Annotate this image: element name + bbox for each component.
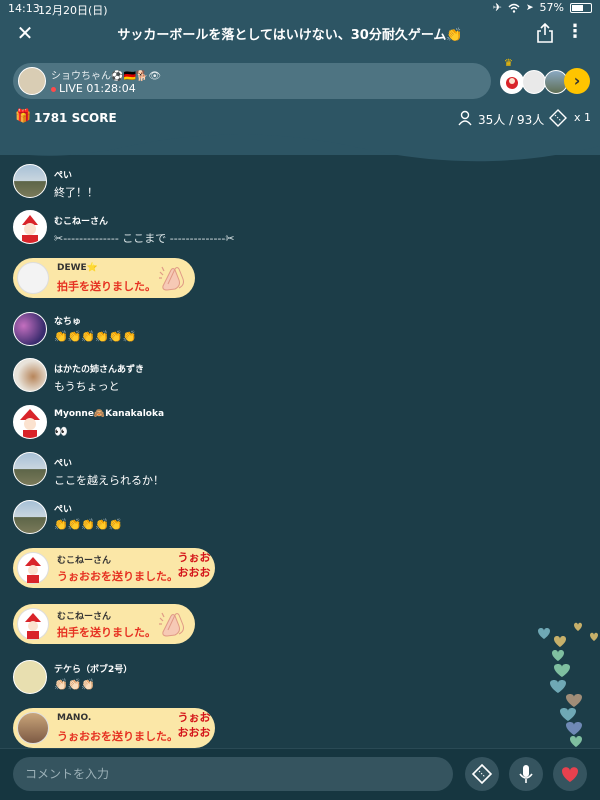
clap-gift-icon <box>159 612 184 637</box>
user-name: なちゅ <box>54 317 82 327</box>
user-name: はかたの姉さんあずき <box>54 365 145 375</box>
chat-message: ぺい 👏👏👏👏👏 <box>0 496 560 536</box>
location-icon: ➤ <box>526 2 534 13</box>
user-name: ぺい <box>54 505 73 515</box>
battery-icon <box>570 2 592 13</box>
user-avatar[interactable] <box>13 500 47 534</box>
user-name: むこねーさん <box>57 556 112 566</box>
user-avatar[interactable] <box>13 164 47 198</box>
chat-message: なちゅ 👏👏👏👏👏👏 <box>0 308 560 348</box>
chat-message: はかたの姉さんあずき もうちょっと <box>0 356 560 396</box>
gift-text: うぉおおを送りました。 <box>57 570 178 583</box>
user-name: Myonne🙈Kanakaloka <box>54 409 165 419</box>
heart-icon <box>562 767 578 782</box>
viewer-avatar[interactable] <box>522 70 546 94</box>
user-avatar[interactable] <box>13 405 47 439</box>
gift-text: うぉおおを送りました。 <box>57 730 178 743</box>
user-avatar[interactable] <box>17 712 49 744</box>
score-row: 🎁 1781 SCORE 35人 / 93人 x 1 <box>0 108 600 128</box>
ticket-icon <box>471 763 493 785</box>
viewer-count[interactable]: 35人 / 93人 <box>478 111 544 128</box>
user-avatar[interactable] <box>17 608 49 640</box>
chat-message: ぺい 終了！！ <box>0 162 560 202</box>
user-name: むこねーさん <box>54 217 109 227</box>
chat-message: Myonne🙈Kanakaloka 👀 <box>0 403 560 443</box>
page-title: サッカーボールを落としてはいけない、30分耐久ゲーム👏 <box>117 28 463 43</box>
user-avatar[interactable] <box>13 210 47 244</box>
gift-message: DEWE⭐ 拍手を送りました。 <box>13 258 195 298</box>
host-info[interactable]: ショウちゃん⚽🇩🇪🐕👁 LIVE 01:28:04 <box>13 63 491 99</box>
message-text: もうちょっと <box>54 380 120 393</box>
uoo-gift-icon: うぉお おおお <box>177 551 211 579</box>
chat-message: むこねーさん ✂-------------- ここまで ------------… <box>0 208 560 248</box>
close-icon[interactable]: ✕ <box>14 22 36 44</box>
ticket-button[interactable] <box>465 757 499 791</box>
mic-button[interactable] <box>509 757 543 791</box>
microphone-icon <box>519 765 533 783</box>
chevron-right-icon[interactable]: › <box>564 68 590 94</box>
message-text: 👏👏👏👏👏 <box>54 518 123 531</box>
message-text: ✂-------------- ここまで --------------✂ <box>54 232 235 245</box>
floating-hearts <box>538 622 598 747</box>
host-avatar[interactable] <box>18 67 46 95</box>
chat-message: テケら（ボブ2号） 👏🏻👏🏻👏🏻 <box>0 656 560 696</box>
share-icon[interactable] <box>535 22 555 44</box>
heart-icon <box>538 622 598 747</box>
header: ✕ サッカーボールを落としてはいけない、30分耐久ゲーム👏 ⋮ <box>0 18 600 50</box>
user-name: MANO. <box>57 713 92 723</box>
live-label: LIVE <box>59 82 83 95</box>
battery-percent: 57% <box>539 1 564 14</box>
message-text: ここを越えられるか！ <box>54 474 164 487</box>
message-text: 👏🏻👏🏻👏🏻 <box>54 678 96 691</box>
user-avatar[interactable] <box>17 552 49 584</box>
user-name: DEWE⭐ <box>57 263 98 273</box>
status-bar: 14:13 12月20日(日) ✈ ➤ 57% <box>0 0 600 18</box>
comment-input[interactable] <box>13 757 453 791</box>
user-avatar[interactable] <box>13 452 47 486</box>
gift-text: 拍手を送りました。 <box>57 280 156 293</box>
user-avatar[interactable] <box>13 660 47 694</box>
status-date: 12月20日(日) <box>38 4 108 17</box>
live-status: LIVE 01:28:04 <box>51 82 136 95</box>
host-name: ショウちゃん⚽🇩🇪🐕👁 <box>51 71 162 82</box>
user-avatar[interactable] <box>17 262 49 294</box>
gift-message: むこねーさん 拍手を送りました。 <box>13 604 195 644</box>
airplane-icon: ✈ <box>492 1 502 14</box>
user-name: むこねーさん <box>57 612 112 622</box>
message-text: 👀 <box>54 425 68 438</box>
status-time: 14:13 <box>8 2 40 15</box>
more-options-icon[interactable]: ⋮ <box>566 22 584 44</box>
viewer-avatar[interactable] <box>500 70 524 94</box>
crown-icon: ♛ <box>504 58 513 69</box>
ticket-icon[interactable] <box>549 109 567 127</box>
gift-message: むこねーさん うぉおおを送りました。 うぉお おおお <box>13 548 215 588</box>
wifi-icon <box>508 3 520 13</box>
user-avatar[interactable] <box>13 358 47 392</box>
gift-text: 拍手を送りました。 <box>57 626 156 639</box>
uoo-gift-icon: うぉお おおお <box>177 711 211 739</box>
message-text: 👏👏👏👏👏👏 <box>54 330 137 343</box>
gift-message: MANO. うぉおおを送りました。 うぉお おおお <box>13 708 215 748</box>
person-icon <box>458 110 472 126</box>
clap-gift-icon <box>159 266 184 291</box>
ticket-count: x 1 <box>574 111 592 124</box>
user-name: ぺい <box>54 171 73 181</box>
live-dot-icon <box>51 86 56 92</box>
score-label: 1781 SCORE <box>34 111 117 125</box>
comment-bar <box>0 748 600 800</box>
like-button[interactable] <box>553 757 587 791</box>
user-avatar[interactable] <box>13 312 47 346</box>
live-elapsed: 01:28:04 <box>86 82 136 95</box>
gift-icon: 🎁 <box>15 109 32 124</box>
chat-message: ぺい ここを越えられるか！ <box>0 450 560 490</box>
message-text: 終了！！ <box>54 186 98 199</box>
user-name: テケら（ボブ2号） <box>54 665 133 675</box>
user-name: ぺい <box>54 459 73 469</box>
top-viewers: ♛ › <box>500 58 592 98</box>
